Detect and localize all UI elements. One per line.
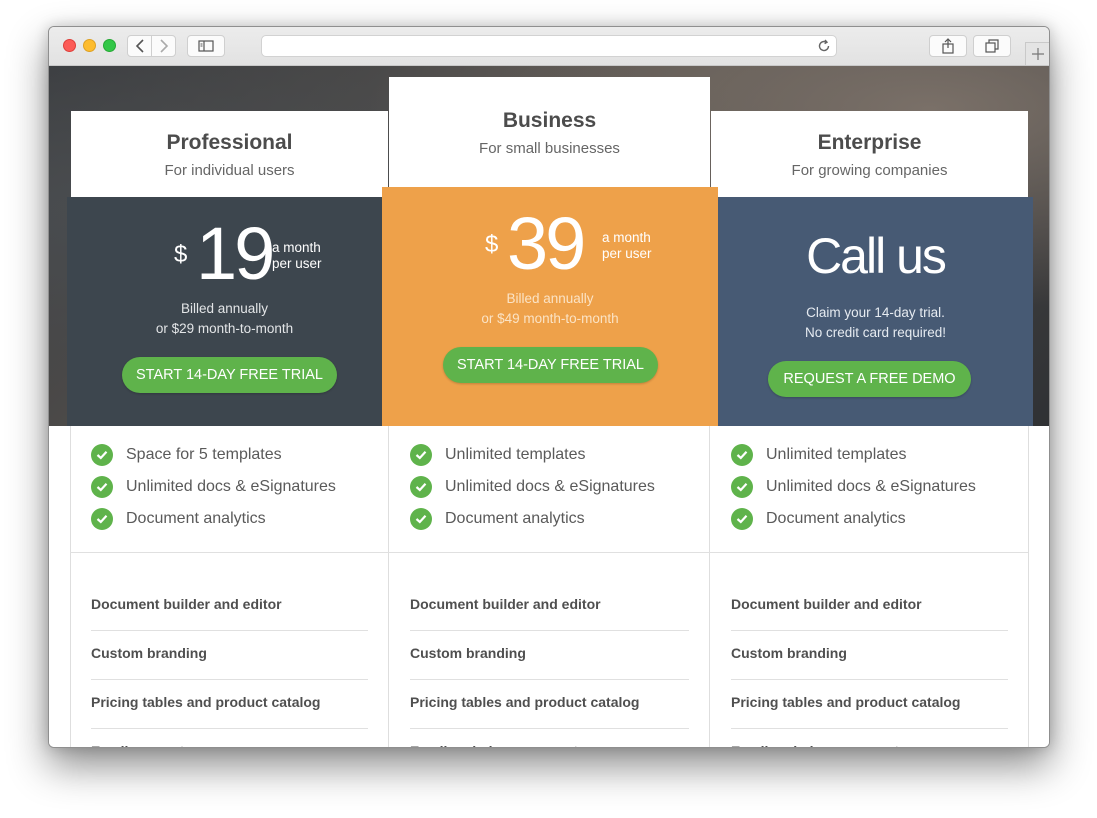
call-us-text: Call us [806, 228, 947, 284]
feature-item: Unlimited docs & eSignatures [126, 478, 336, 495]
billing-line: Billed annually [180, 301, 269, 316]
period-line: a month [602, 230, 651, 245]
check-icon [731, 508, 753, 530]
period-line: a month [272, 240, 321, 255]
request-free-demo-button[interactable]: REQUEST A FREE DEMO [768, 361, 971, 397]
included-feature: Document builder and editor [91, 596, 282, 612]
reload-icon[interactable] [817, 39, 831, 53]
zoom-window-button[interactable] [103, 39, 116, 52]
included-feature: Custom branding [91, 645, 207, 661]
included-feature: Email and phone support [731, 743, 899, 747]
check-icon [410, 476, 432, 498]
check-icon [731, 444, 753, 466]
column-divider [1028, 426, 1029, 747]
check-icon [410, 508, 432, 530]
column-divider [709, 426, 710, 747]
address-bar[interactable] [261, 35, 837, 57]
feature-item: Unlimited docs & eSignatures [445, 478, 655, 495]
plan-name: Business [502, 109, 597, 132]
billing-line: or $29 month-to-month [155, 321, 294, 336]
row-divider [731, 630, 1008, 631]
period-line: per user [272, 256, 322, 271]
check-icon [91, 508, 113, 530]
included-feature: Pricing tables and product catalog [410, 694, 640, 710]
price-amount: 19 [196, 212, 275, 295]
feature-item: Document analytics [766, 510, 906, 527]
back-button[interactable] [127, 35, 152, 57]
close-window-button[interactable] [63, 39, 76, 52]
tabs-icon [985, 39, 999, 53]
forward-button[interactable] [151, 35, 176, 57]
feature-item: Document analytics [126, 510, 266, 527]
price-period: a month per user [272, 240, 322, 272]
new-tab-button[interactable] [1025, 42, 1049, 65]
period-line: per user [602, 246, 652, 261]
billing-note: Billed annually or $29 month-to-month [67, 299, 382, 339]
plan-name: Professional [166, 131, 293, 154]
section-divider [70, 552, 1028, 553]
feature-item: Document analytics [445, 510, 585, 527]
feature-item: Space for 5 templates [126, 446, 282, 463]
included-feature: Custom branding [410, 645, 526, 661]
forward-icon [159, 39, 168, 53]
enterprise-plan-header: Enterprise For growing companies [711, 111, 1028, 197]
enterprise-price-box: Call us Claim your 14-day trial. No credi… [718, 197, 1033, 426]
sidebar-icon [198, 40, 214, 52]
currency-symbol: $ [485, 231, 499, 258]
included-feature: Custom branding [731, 645, 847, 661]
plan-tagline: For individual users [164, 162, 295, 179]
business-price-box: $ 39 a month per user Billed annually or $… [382, 187, 718, 426]
new-tab-icon [1031, 48, 1044, 60]
trial-note: Claim your 14-day trial. No credit card r… [718, 303, 1033, 343]
check-icon [410, 444, 432, 466]
share-button[interactable] [929, 35, 967, 57]
professional-plan-header: Professional For individual users [71, 111, 388, 197]
feature-item: Unlimited docs & eSignatures [766, 478, 976, 495]
plan-tagline: For small businesses [479, 140, 620, 157]
sidebar-button[interactable] [187, 35, 225, 57]
professional-price-box: $ 19 a month per user Billed annually or $… [67, 197, 382, 426]
included-feature: Pricing tables and product catalog [731, 694, 961, 710]
row-divider [410, 630, 689, 631]
check-icon [91, 444, 113, 466]
feature-item: Unlimited templates [766, 446, 907, 463]
billing-line: Billed annually [506, 291, 594, 306]
feature-item: Unlimited templates [445, 446, 586, 463]
row-divider [91, 728, 368, 729]
price-period: a month per user [602, 230, 652, 262]
note-line: No credit card required! [804, 325, 947, 340]
check-icon [91, 476, 113, 498]
included-feature: Email support [91, 743, 184, 747]
tabs-overview-button[interactable] [973, 35, 1011, 57]
column-divider [70, 426, 71, 747]
row-divider [731, 728, 1008, 729]
plan-name: Enterprise [817, 131, 922, 154]
business-plan-header: Business For small businesses [389, 77, 710, 187]
included-feature: Document builder and editor [731, 596, 922, 612]
share-icon [942, 38, 954, 54]
row-divider [410, 728, 689, 729]
price-amount: 39 [507, 202, 586, 285]
note-line: Claim your 14-day trial. [806, 305, 945, 320]
billing-note: Billed annually or $49 month-to-month [382, 289, 718, 329]
included-feature: Document builder and editor [410, 596, 601, 612]
column-divider [388, 426, 389, 747]
billing-line: or $49 month-to-month [481, 311, 619, 326]
row-divider [91, 679, 368, 680]
check-icon [731, 476, 753, 498]
plan-tagline: For growing companies [791, 162, 948, 179]
included-feature: Email and phone support [410, 743, 578, 747]
back-icon [135, 39, 144, 53]
row-divider [410, 679, 689, 680]
minimize-window-button[interactable] [83, 39, 96, 52]
start-free-trial-button[interactable]: START 14-DAY FREE TRIAL [122, 357, 337, 393]
currency-symbol: $ [174, 241, 188, 268]
row-divider [91, 630, 368, 631]
browser-window: Professional For individual users Busine… [48, 26, 1050, 748]
start-free-trial-button[interactable]: START 14-DAY FREE TRIAL [443, 347, 658, 383]
included-feature: Pricing tables and product catalog [91, 694, 321, 710]
page-content: Professional For individual users Busine… [49, 66, 1049, 747]
browser-toolbar [49, 27, 1049, 66]
row-divider [731, 679, 1008, 680]
